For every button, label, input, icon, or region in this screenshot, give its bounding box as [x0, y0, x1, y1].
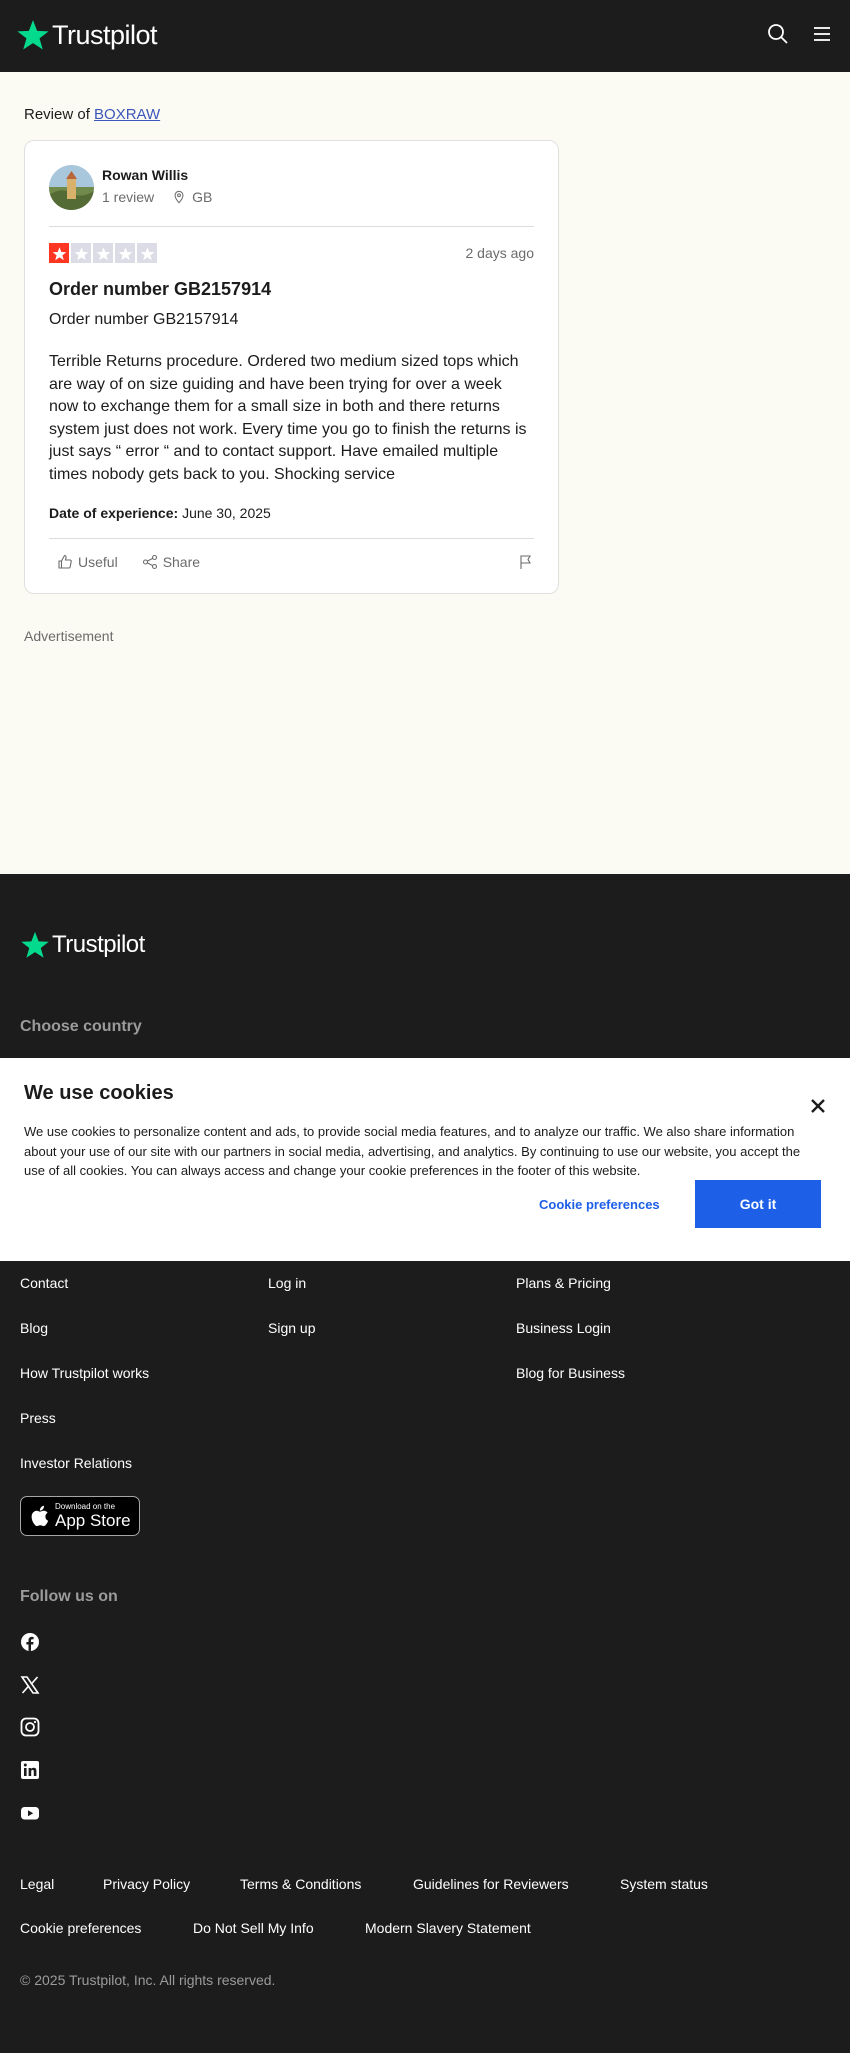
cookie-banner: We use cookies We use cookies to persona… — [0, 1058, 850, 1261]
date-of-experience-value: June 30, 2025 — [182, 505, 271, 521]
got-it-button[interactable]: Got it — [695, 1180, 821, 1228]
reviewer-meta: 1 review GB — [102, 189, 212, 205]
footer-legal-link[interactable]: Terms & Conditions — [240, 1876, 361, 1892]
app-store-button[interactable]: Download on the App Store — [20, 1496, 140, 1536]
footer-legal-link[interactable]: System status — [620, 1876, 708, 1892]
footer-legal-link[interactable]: Do Not Sell My Info — [193, 1920, 314, 1936]
rating-star-icon — [115, 243, 135, 263]
cookie-preferences-button[interactable]: Cookie preferences — [539, 1197, 660, 1212]
company-link[interactable]: BOXRAW — [94, 106, 160, 123]
close-icon[interactable] — [810, 1098, 826, 1114]
date-of-experience: Date of experience: June 30, 2025 — [49, 505, 271, 521]
linkedin-icon[interactable] — [20, 1760, 40, 1780]
x-icon[interactable] — [20, 1675, 40, 1695]
footer-legal-link[interactable]: Privacy Policy — [103, 1876, 190, 1892]
share-label: Share — [162, 554, 201, 570]
review-body-first-line: Order number GB2157914 — [49, 311, 239, 328]
cookie-text: We use cookies to personalize content an… — [24, 1124, 801, 1178]
main-content: Review of BOXRAW Rowan Willis 1 review G… — [0, 72, 850, 874]
footer-link[interactable]: Blog for Business — [516, 1365, 625, 1410]
review-title[interactable]: Order number GB2157914 — [49, 279, 271, 300]
date-of-experience-label: Date of experience: — [49, 505, 179, 521]
flag-icon[interactable] — [518, 554, 534, 570]
review-date: 2 days ago — [465, 245, 535, 261]
rating-star-icon — [93, 243, 113, 263]
footer-logo-text: Trustpilot — [52, 931, 145, 958]
thumbs-up-icon — [58, 554, 72, 569]
avatar[interactable] — [49, 165, 94, 210]
footer-link[interactable]: Investor Relations — [20, 1455, 149, 1500]
review-card: Rowan Willis 1 review GB 2 days ago Orde… — [24, 140, 559, 594]
footer-link[interactable]: Contact — [20, 1275, 149, 1320]
footer-logo[interactable]: Trustpilot — [20, 930, 145, 960]
facebook-icon[interactable] — [20, 1632, 40, 1652]
choose-country[interactable]: Choose country — [20, 1018, 142, 1036]
footer-link[interactable]: Sign up — [268, 1320, 315, 1365]
rating-star-icon — [137, 243, 157, 263]
divider — [49, 226, 534, 227]
star-logo-icon — [21, 931, 49, 958]
footer: Trustpilot Choose country Contact Blog H… — [0, 874, 850, 2053]
footer-column-business: Plans & Pricing Business Login Blog for … — [516, 1275, 625, 1410]
follow-us-heading: Follow us on — [20, 1588, 118, 1605]
footer-link[interactable]: Blog — [20, 1320, 149, 1365]
logo-text: Trustpilot — [52, 19, 158, 50]
footer-link[interactable]: Business Login — [516, 1320, 625, 1365]
divider — [49, 538, 534, 539]
apple-icon — [31, 1505, 49, 1527]
app-store-small-text: Download on the — [55, 1502, 116, 1511]
review-of-heading: Review of BOXRAW — [24, 106, 160, 123]
review-body: Terrible Returns procedure. Ordered two … — [49, 353, 527, 483]
advertisement-label: Advertisement — [24, 628, 114, 644]
instagram-icon[interactable] — [20, 1717, 40, 1737]
footer-link[interactable]: Plans & Pricing — [516, 1275, 625, 1320]
footer-legal-link[interactable]: Legal — [20, 1876, 54, 1892]
rating-star-icon — [49, 243, 69, 263]
useful-button[interactable]: Useful — [57, 554, 118, 570]
search-icon[interactable] — [766, 22, 790, 46]
location-pin-icon — [174, 190, 184, 204]
cookie-title: We use cookies — [24, 1082, 174, 1104]
youtube-icon[interactable] — [20, 1803, 40, 1823]
menu-icon[interactable] — [810, 22, 834, 46]
footer-column-community: Log in Sign up — [268, 1275, 315, 1365]
footer-legal-link[interactable]: Cookie preferences — [20, 1920, 141, 1936]
rating-star-icon — [71, 243, 91, 263]
trustpilot-logo[interactable]: Trustpilot — [16, 18, 158, 52]
footer-legal-link[interactable]: Modern Slavery Statement — [365, 1920, 531, 1936]
share-icon — [142, 554, 157, 570]
footer-link[interactable]: How Trustpilot works — [20, 1365, 149, 1410]
review-actions: Useful Share — [49, 554, 534, 570]
reviewer-name[interactable]: Rowan Willis — [102, 167, 188, 183]
footer-column-about: Contact Blog How Trustpilot works Press … — [20, 1275, 149, 1500]
footer-legal-link[interactable]: Guidelines for Reviewers — [413, 1876, 569, 1892]
footer-link[interactable]: Log in — [268, 1275, 315, 1320]
useful-label: Useful — [78, 554, 118, 570]
copyright: © 2025 Trustpilot, Inc. All rights reser… — [20, 1972, 276, 1988]
footer-link[interactable]: Press — [20, 1410, 149, 1455]
share-button[interactable]: Share — [142, 554, 200, 570]
reviewer-country: GB — [192, 189, 213, 205]
star-logo-icon — [17, 20, 49, 50]
star-rating — [49, 243, 157, 263]
review-count: 1 review — [102, 189, 155, 205]
top-header: Trustpilot — [0, 0, 850, 72]
review-of-prefix: Review of — [24, 106, 90, 123]
app-store-big-text: App Store — [55, 1511, 131, 1530]
